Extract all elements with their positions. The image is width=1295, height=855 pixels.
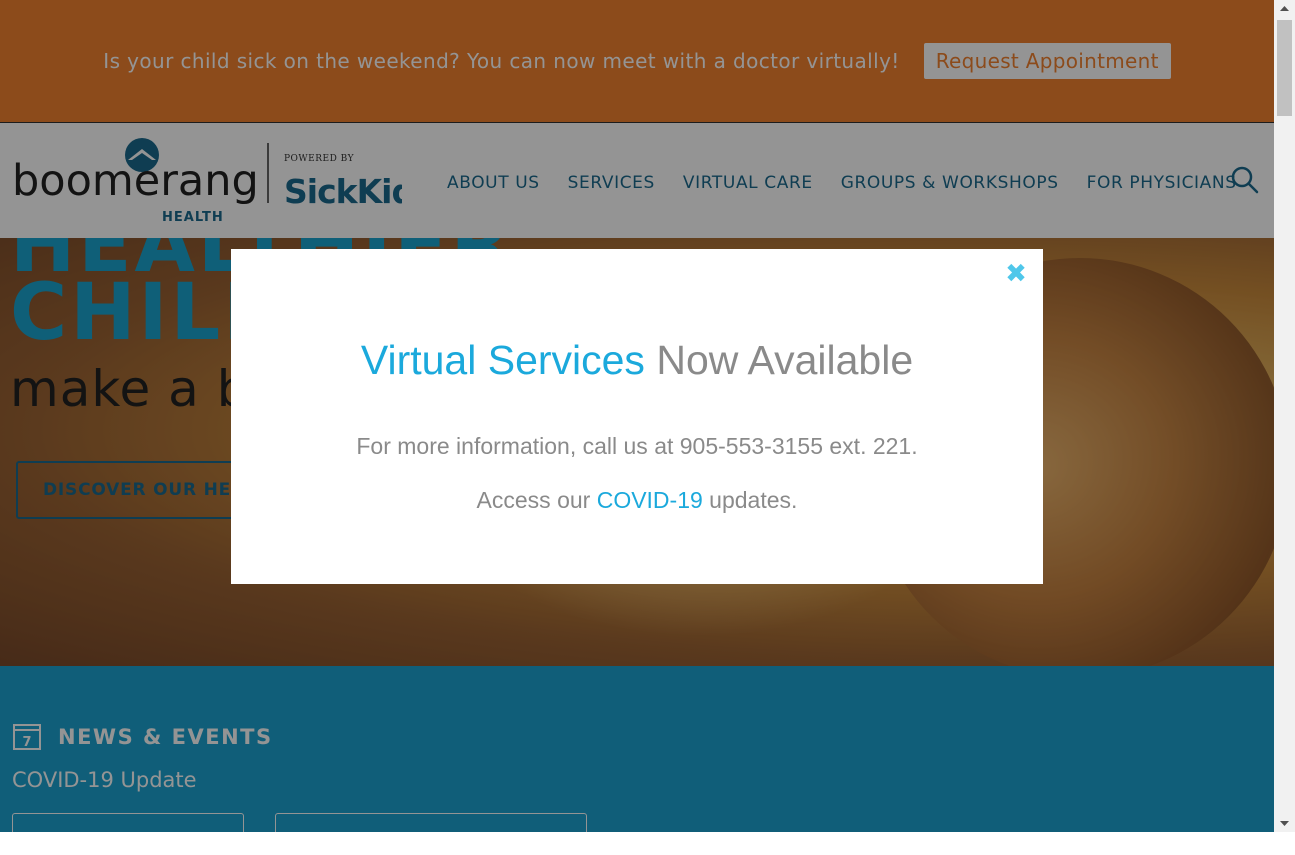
access-prefix: Access our [476, 487, 597, 513]
scroll-up-arrow-icon[interactable] [1274, 0, 1295, 18]
modal-title-rest: Now Available [644, 337, 914, 383]
modal-title: Virtual Services Now Available [231, 337, 1043, 384]
scrollbar-thumb[interactable] [1277, 20, 1292, 116]
modal-info-text: For more information, call us at 905-553… [356, 433, 918, 459]
close-icon[interactable]: ✖ [1005, 261, 1027, 287]
scroll-down-arrow-icon[interactable] [1274, 814, 1295, 832]
modal-title-highlight: Virtual Services [360, 337, 645, 383]
virtual-services-modal: ✖ Virtual Services Now Available For mor… [231, 249, 1043, 584]
covid-19-link[interactable]: COVID-19 [597, 487, 703, 513]
access-suffix: updates. [702, 487, 798, 513]
modal-access-text: Access our COVID-19 updates. [231, 487, 1043, 514]
page-scrollbar[interactable] [1274, 0, 1295, 832]
